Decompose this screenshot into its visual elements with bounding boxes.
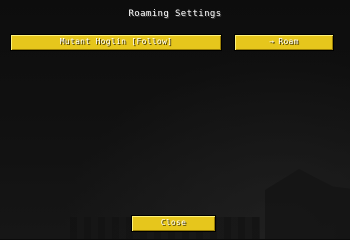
background-house-silhouette [265, 169, 350, 239]
close-label: Close [160, 218, 187, 227]
screen-title: Roaming Settings [128, 9, 222, 19]
entity-toggle-button[interactable]: Mutant Hoglin [Follow] [10, 34, 222, 51]
close-button[interactable]: Close [131, 215, 216, 232]
roam-label: Roam [278, 37, 299, 46]
entity-label: Mutant Hoglin [Follow] [59, 37, 173, 46]
arrow-right-icon: → [269, 37, 275, 46]
roam-button[interactable]: → Roam [234, 34, 334, 51]
